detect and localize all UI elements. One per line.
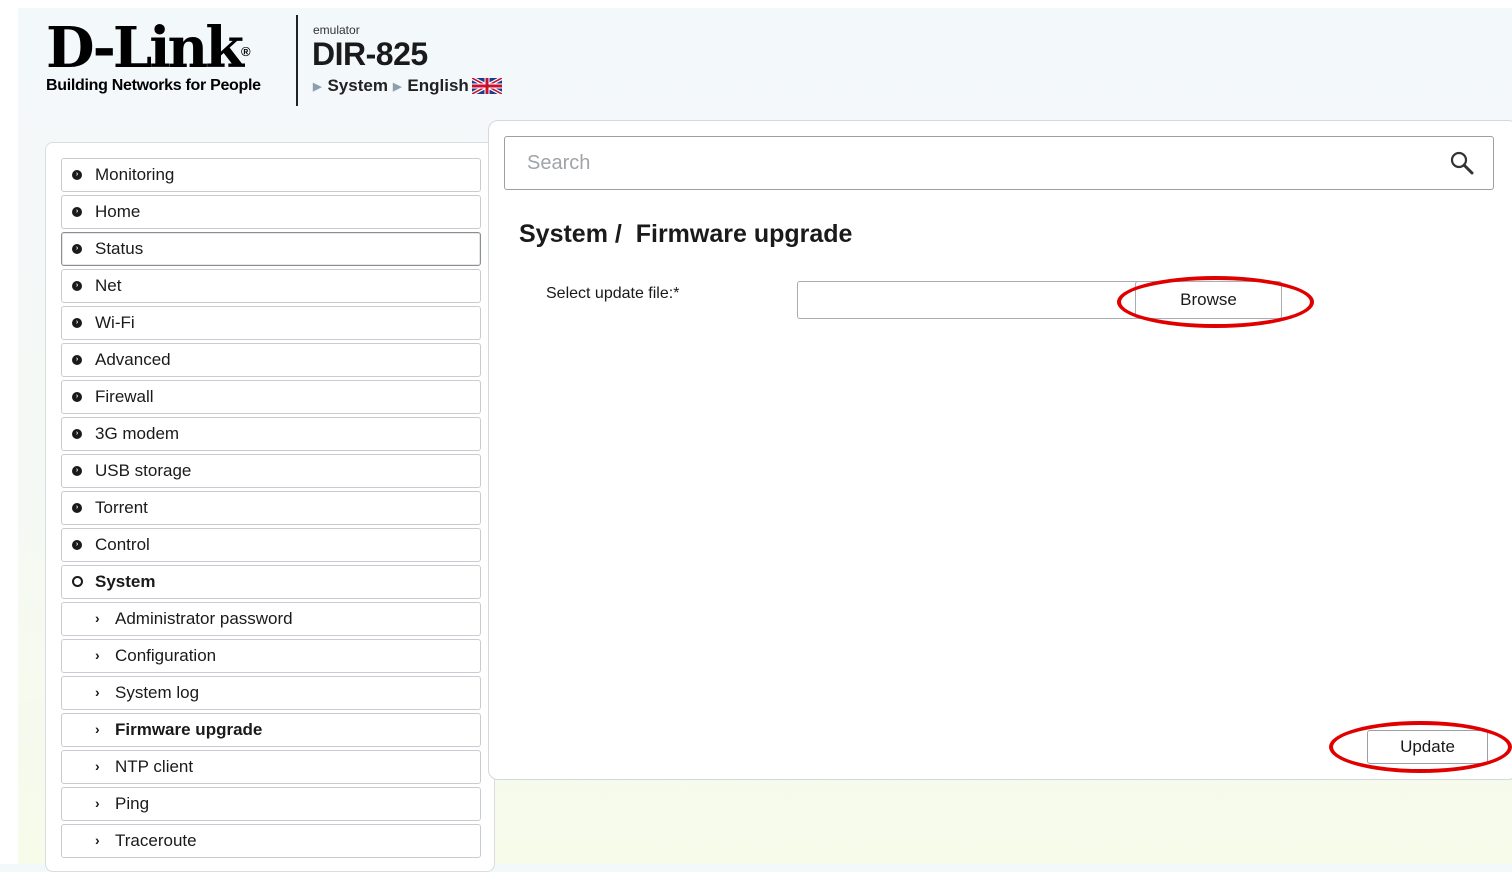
sidebar-item-usb-storage[interactable]: › USB storage [61, 454, 481, 488]
browse-button[interactable]: Browse [1135, 281, 1282, 319]
sidebar-item-label: Status [95, 239, 144, 258]
sidebar-subitem-label: System log [115, 683, 200, 702]
expand-arrow-icon: › [72, 466, 82, 476]
sidebar-subitem-configuration[interactable]: › Configuration [61, 639, 481, 673]
search-input[interactable] [505, 137, 1435, 189]
sidebar-item-label: System [95, 572, 156, 591]
sidebar-subitem-label: Administrator password [115, 609, 293, 628]
expand-arrow-icon: › [72, 540, 82, 550]
sidebar-item-label: USB storage [95, 461, 192, 480]
chevron-right-icon: › [95, 610, 100, 626]
page-title: System / Firmware upgrade [519, 220, 853, 248]
chevron-right-icon: › [95, 647, 100, 663]
registered-mark: ® [241, 44, 251, 59]
left-edge [0, 0, 18, 864]
main-panel [488, 120, 1512, 780]
model-name: DIR-825 [312, 36, 428, 72]
collapse-arrow-icon [72, 576, 83, 587]
expand-arrow-icon: › [72, 503, 82, 513]
search-box[interactable] [504, 136, 1494, 190]
expand-arrow-icon: › [72, 318, 82, 328]
sidebar-subitem-traceroute[interactable]: › Traceroute [61, 824, 481, 858]
sidebar-item-label: Control [95, 535, 150, 554]
header-divider [296, 15, 298, 106]
top-edge [0, 0, 1512, 8]
sidebar-item-status[interactable]: › Status [61, 232, 481, 266]
logo-tagline: Building Networks for People [46, 77, 261, 94]
sidebar-item-label: Advanced [95, 350, 171, 369]
expand-arrow-icon: › [72, 429, 82, 439]
uk-flag-icon[interactable] [471, 78, 502, 94]
select-update-file-label: Select update file:* [546, 285, 680, 302]
chevron-right-icon: › [95, 684, 100, 700]
update-button[interactable]: Update [1367, 730, 1488, 764]
expand-arrow-icon: › [72, 392, 82, 402]
language-selector[interactable]: English [407, 76, 468, 96]
sidebar-item-monitoring[interactable]: › Monitoring [61, 158, 481, 192]
expand-arrow-icon: › [72, 355, 82, 365]
breadcrumb-arrow-icon: ▶ [313, 80, 322, 93]
sidebar-subitem-label: Traceroute [115, 831, 197, 850]
sidebar-item-advanced[interactable]: › Advanced [61, 343, 481, 377]
sidebar-subitem-firmware-upgrade[interactable]: › Firmware upgrade [61, 713, 481, 747]
sidebar-subitem-label: Ping [115, 794, 150, 813]
chevron-right-icon: › [95, 832, 100, 848]
breadcrumb-system[interactable]: System [327, 76, 387, 96]
sidebar-subitem-label: Configuration [115, 646, 217, 665]
search-icon[interactable] [1449, 150, 1475, 176]
sidebar-item-control[interactable]: › Control [61, 528, 481, 562]
sidebar-item-label: Firewall [95, 387, 154, 406]
sidebar-item-label: Torrent [95, 498, 148, 517]
sidebar-subitem-system-log[interactable]: › System log [61, 676, 481, 710]
sidebar-item-label: Net [95, 276, 122, 295]
chevron-right-icon: › [95, 795, 100, 811]
sidebar-subitem-ping[interactable]: › Ping [61, 787, 481, 821]
sidebar-subitem-label: NTP client [115, 757, 194, 776]
sidebar-item-system[interactable]: System [61, 565, 481, 599]
sidebar-subitem-ntp-client[interactable]: › NTP client [61, 750, 481, 784]
sidebar-item-wifi[interactable]: › Wi-Fi [61, 306, 481, 340]
sidebar-subitem-label: Firmware upgrade [115, 720, 263, 739]
sidebar-item-firewall[interactable]: › Firewall [61, 380, 481, 414]
sidebar-item-3g-modem[interactable]: › 3G modem [61, 417, 481, 451]
chevron-right-icon: › [95, 721, 100, 737]
logo-wordmark: D-Link® [46, 20, 286, 76]
expand-arrow-icon: › [72, 207, 82, 217]
chevron-right-icon: › [95, 758, 100, 774]
breadcrumb: ▶ System ▶ English [313, 76, 502, 96]
sidebar-subitem-administrator-password[interactable]: › Administrator password [61, 602, 481, 636]
sidebar-item-label: Home [95, 202, 141, 221]
logo-text: D-Link [46, 15, 244, 81]
sidebar-item-net[interactable]: › Net [61, 269, 481, 303]
expand-arrow-icon: › [72, 244, 82, 254]
sidebar-item-home[interactable]: › Home [61, 195, 481, 229]
sidebar-item-label: 3G modem [95, 424, 180, 443]
expand-arrow-icon: › [72, 170, 82, 180]
sidebar-item-torrent[interactable]: › Torrent [61, 491, 481, 525]
breadcrumb-arrow-icon: ▶ [392, 80, 402, 93]
emulator-label: emulator [313, 23, 360, 37]
dlink-logo: D-Link® Building Networks for People [46, 20, 286, 100]
sidebar-item-label: Monitoring [95, 165, 175, 184]
expand-arrow-icon: › [72, 281, 82, 291]
sidebar-item-label: Wi-Fi [95, 313, 135, 332]
